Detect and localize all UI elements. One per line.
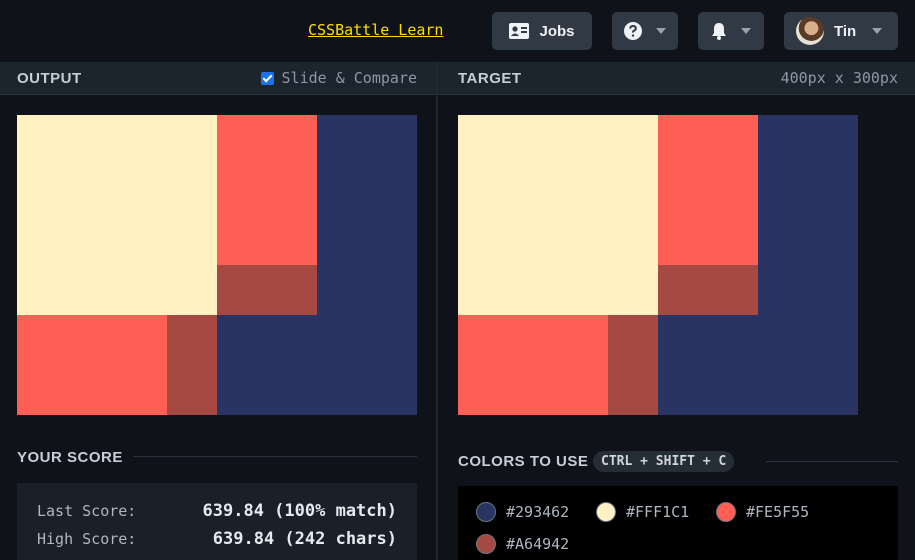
color-dot <box>476 502 496 522</box>
last-score-value: 639.84 (100% match) <box>202 501 397 521</box>
last-score-row: Last Score: 639.84 (100% match) <box>37 501 397 521</box>
target-panel-header: TARGET 400px x 300px <box>438 62 915 95</box>
target-canvas <box>458 115 858 415</box>
color-dot <box>716 502 736 522</box>
notifications-button[interactable] <box>698 12 764 50</box>
brown-bottom-block <box>167 315 217 415</box>
colors-to-use-title: COLORS TO USE <box>458 453 589 470</box>
color-dot <box>596 502 616 522</box>
divider <box>766 461 898 462</box>
slide-compare-toggle[interactable]: Slide & Compare <box>260 69 417 87</box>
top-bar: CSSBattle Learn Jobs Tin <box>0 0 915 62</box>
color-swatch[interactable]: #293462 <box>476 502 569 522</box>
copy-colors-shortcut: CTRL + SHIFT + C <box>593 451 735 472</box>
question-circle-icon <box>624 22 642 40</box>
red-top-block <box>217 115 317 265</box>
divider <box>133 456 417 457</box>
panel-divider[interactable] <box>436 62 438 560</box>
cssbattle-learn-link[interactable]: CSSBattle Learn <box>308 21 443 39</box>
color-hex: #FE5F55 <box>746 503 810 521</box>
chevron-down-icon <box>872 28 883 34</box>
color-hex: #A64942 <box>506 535 570 553</box>
color-dot <box>476 534 496 554</box>
output-panel-header: OUTPUT Slide & Compare <box>0 62 436 95</box>
slide-compare-checkbox[interactable] <box>260 71 274 85</box>
red-top-block <box>658 115 758 265</box>
chevron-down-icon <box>741 28 751 34</box>
cream-block <box>458 115 658 315</box>
avatar <box>796 17 824 45</box>
red-bottom-block <box>458 315 608 415</box>
high-score-label: High Score: <box>37 530 137 548</box>
high-score-value: 639.84 (242 chars) <box>212 529 397 549</box>
target-dimensions: 400px x 300px <box>780 69 898 87</box>
jobs-button[interactable]: Jobs <box>492 12 592 50</box>
id-card-icon <box>509 23 530 39</box>
bell-icon <box>712 23 726 40</box>
jobs-label: Jobs <box>539 22 575 40</box>
color-hex: #293462 <box>506 503 570 521</box>
last-score-label: Last Score: <box>37 502 137 520</box>
output-title: OUTPUT <box>17 69 82 87</box>
user-menu-button[interactable]: Tin <box>784 12 898 50</box>
red-bottom-block <box>17 315 167 415</box>
target-title: TARGET <box>458 69 522 87</box>
color-swatch[interactable]: #FFF1C1 <box>596 502 689 522</box>
high-score-row: High Score: 639.84 (242 chars) <box>37 529 397 549</box>
color-swatch[interactable]: #FE5F55 <box>716 502 809 522</box>
chevron-down-icon <box>656 28 666 34</box>
color-hex: #FFF1C1 <box>626 503 690 521</box>
brown-bottom-block <box>608 315 658 415</box>
user-name: Tin <box>834 22 857 40</box>
your-score-title: YOUR SCORE <box>17 449 123 466</box>
colors-panel: #293462 #FFF1C1 #FE5F55 #A64942 <box>458 486 898 560</box>
help-menu-button[interactable] <box>612 12 678 50</box>
cream-block <box>17 115 217 315</box>
color-swatch[interactable]: #A64942 <box>476 534 569 554</box>
slide-compare-label: Slide & Compare <box>281 69 417 87</box>
score-panel: Last Score: 639.84 (100% match) High Sco… <box>17 483 417 560</box>
brown-middle-block <box>658 265 758 315</box>
output-canvas[interactable] <box>17 115 417 415</box>
brown-middle-block <box>217 265 317 315</box>
